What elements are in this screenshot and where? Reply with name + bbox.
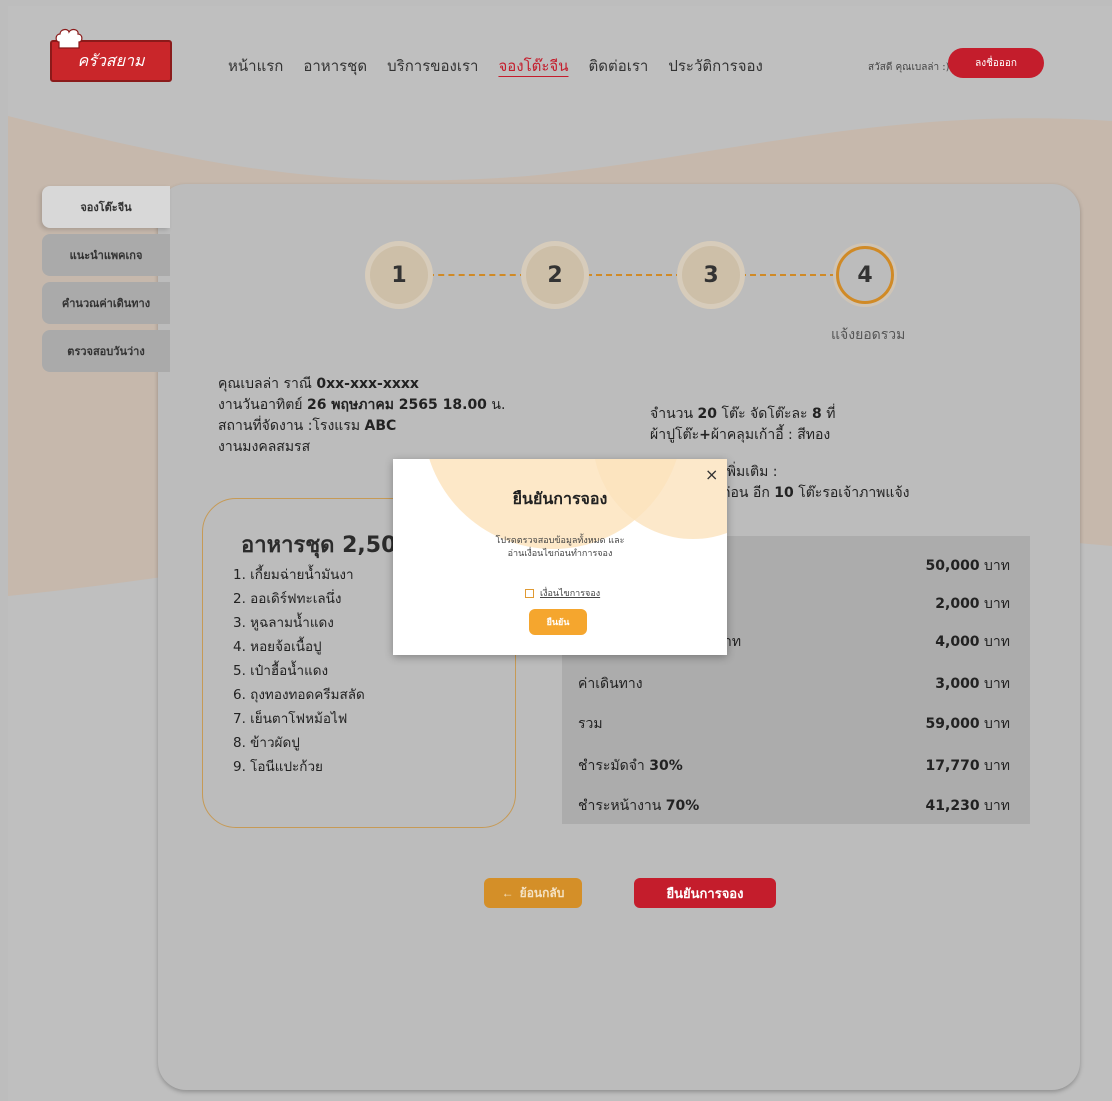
nav-history[interactable]: ประวัติการจอง [668, 54, 762, 78]
event-type: งานมงคลสมรส [218, 439, 311, 455]
modal-confirm-button[interactable]: ยืนยัน [529, 609, 587, 635]
booking-info-left: คุณเบลล่า ราณี 0xx-xxx-xxxx งานวันอาทิตย… [218, 374, 505, 458]
logo-text: ครัวสยาม [77, 50, 145, 70]
table-row: รวม 59,000 บาท [578, 716, 1010, 732]
list-item: 6. ถุงทองทอดครีมสลัด [233, 687, 365, 703]
modal-description: โปรดตรวจสอบข้อมูลทั้งหมด และ อ่านเงื่อนไ… [495, 536, 625, 559]
terms-link[interactable]: เงื่อนไขการจอง [540, 586, 600, 600]
list-item: 9. โอนีแปะก้วย [233, 759, 323, 775]
main-nav: หน้าแรก อาหารชุด บริการของเรา จองโต๊ะจีน… [228, 54, 763, 78]
step-2: 2 [526, 246, 584, 304]
tables-line: จำนวน 20 โต๊ะ จัดโต๊ะละ 8 ที่ [650, 406, 836, 422]
sidebar-item-label: จองโต๊ะจีน [80, 201, 132, 214]
logout-button[interactable]: ลงชื่อออก [948, 48, 1044, 78]
extra-note: ก่อน อีก 10 โต๊ะรอเจ้าภาพแจ้ง [722, 485, 910, 501]
sidebar-item-label: คำนวณค่าเดินทาง [61, 297, 151, 310]
terms-row: เงื่อนไขการจอง [525, 586, 600, 600]
chef-hat-icon [55, 28, 83, 49]
set-menu-list: 1. เกี้ยมฉ่ายน้ำมันงา 2. ออเดิร์ฟทะเลนึ่… [233, 563, 365, 779]
step-3: 3 [682, 246, 740, 304]
table-row: ค่าเดินทาง 3,000 บาท [578, 676, 1010, 692]
customer-line: คุณเบลล่า ราณี 0xx-xxx-xxxx [218, 376, 419, 392]
arrow-left-icon: ← [501, 886, 514, 900]
sidebar-item-booking[interactable]: จองโต๊ะจีน [42, 186, 170, 228]
step-connector [586, 274, 682, 276]
nav-booking[interactable]: จองโต๊ะจีน [498, 54, 568, 78]
list-item: 5. เป๋าฮื้อน้ำแดง [233, 663, 329, 679]
confirm-booking-button[interactable]: ยืนยันการจอง [634, 878, 776, 908]
date-line: งานวันอาทิตย์ 26 พฤษภาคม 2565 18.00 น. [218, 397, 506, 413]
step-current-label: แจ้งยอดรวม [831, 327, 906, 343]
nav-contact[interactable]: ติดต่อเรา [588, 54, 648, 78]
close-icon[interactable]: × [705, 465, 718, 484]
user-greeting: สวัสดี คุณเบลล่า :) [868, 62, 950, 73]
list-item: 7. เย็นตาโฟหม้อไฟ [233, 711, 348, 727]
sidebar-item-packages[interactable]: แนะนำแพคเกจ [42, 234, 170, 276]
confirm-modal: ยืนยันการจอง × โปรดตรวจสอบข้อมูลทั้งหมด … [393, 459, 727, 655]
nav-services[interactable]: บริการของเรา [387, 54, 478, 78]
venue-line: สถานที่จัดงาน :โรงแรม ABC [218, 418, 397, 434]
back-button[interactable]: ← ย้อนกลับ [484, 878, 582, 908]
extra-label: เพิ่มเติม : [722, 464, 778, 480]
terms-checkbox[interactable] [525, 588, 534, 598]
booking-info-right: จำนวน 20 โต๊ะ จัดโต๊ะละ 8 ที่ ผ้าปูโต๊ะ+… [650, 404, 835, 446]
list-item: 1. เกี้ยมฉ่ายน้ำมันงา [233, 567, 354, 583]
cloth-line: ผ้าปูโต๊ะ+ผ้าคลุมเก้าอี้ : สีทอง [650, 427, 831, 443]
list-item: 4. หอยจ้อเนื้อปู [233, 639, 322, 655]
step-1: 1 [370, 246, 428, 304]
nav-home[interactable]: หน้าแรก [228, 54, 283, 78]
set-menu-title: อาหารชุด 2,50 [241, 533, 397, 558]
list-item: 8. ข้าวผัดปู [233, 735, 300, 751]
page-frame: ครัวสยาม หน้าแรก อาหารชุด บริการของเรา จ… [8, 6, 1112, 1101]
table-row: ชำระหน้างาน 70% 41,230 บาท [578, 798, 1010, 814]
sidebar-item-label: แนะนำแพคเกจ [69, 249, 143, 262]
step-4: 4 [836, 246, 894, 304]
list-item: 2. ออเดิร์ฟทะเลนึ่ง [233, 591, 342, 607]
modal-title: ยืนยันการจอง [512, 489, 608, 508]
nav-set-menu[interactable]: อาหารชุด [303, 54, 367, 78]
sidebar-item-travel-cost[interactable]: คำนวณค่าเดินทาง [42, 282, 170, 324]
sidebar-item-availability[interactable]: ตรวจสอบวันว่าง [42, 330, 170, 372]
step-connector [428, 274, 526, 276]
table-row: ชำระมัดจำ 30% 17,770 บาท [578, 758, 1010, 774]
sidebar-item-label: ตรวจสอบวันว่าง [67, 345, 145, 358]
step-connector [740, 274, 836, 276]
list-item: 3. หูฉลามน้ำแดง [233, 615, 334, 631]
